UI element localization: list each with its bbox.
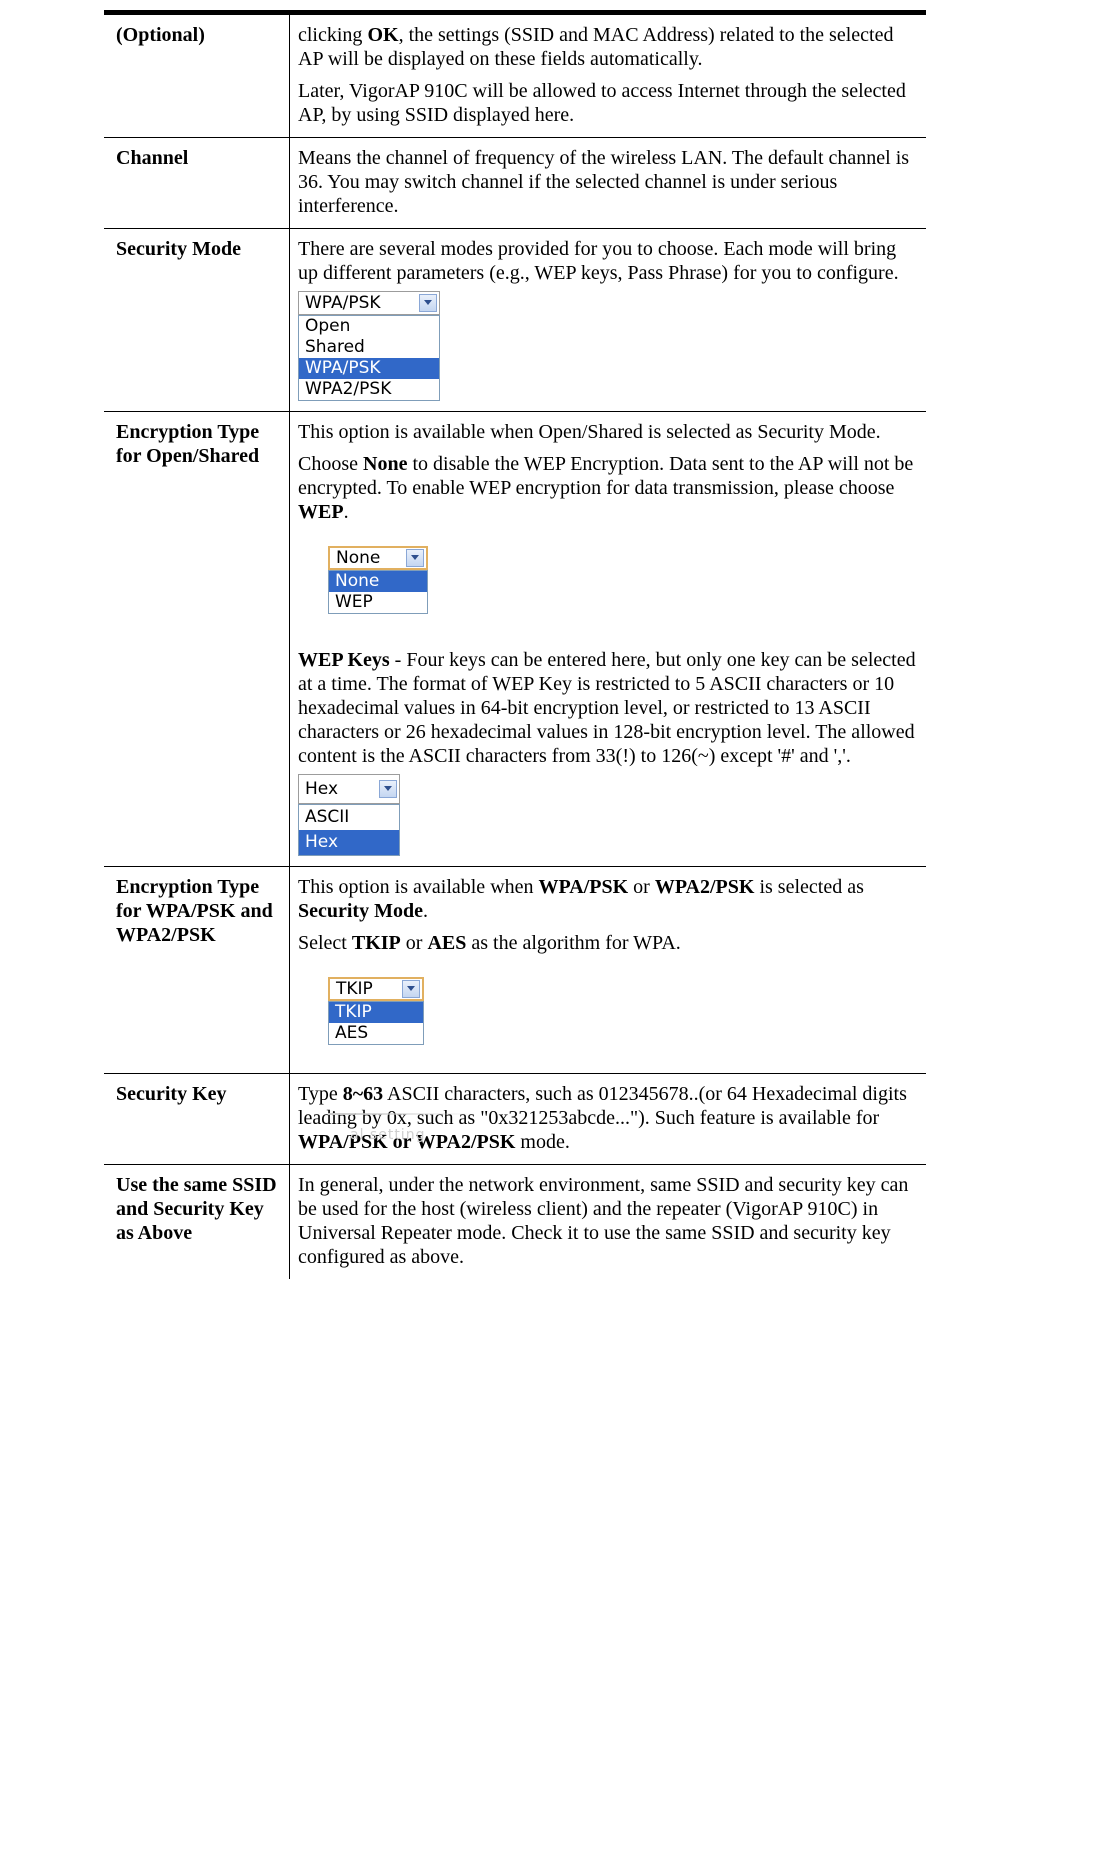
- desc-security-key: Type 8~63 ASCII characters, such as 0123…: [289, 1073, 926, 1165]
- select-value: TKIP: [336, 979, 373, 999]
- paragraph: Means the channel of frequency of the wi…: [298, 147, 910, 217]
- paragraph: Select TKIP or AES as the algorithm for …: [298, 932, 681, 954]
- term-optional: (Optional): [104, 10, 290, 138]
- row-encryption-wpa: Encryption Type for WPA/PSK and WPA2/PSK…: [104, 866, 926, 1143]
- row-optional: (Optional) clicking OK, the settings (SS…: [104, 10, 926, 138]
- desc-optional: clicking OK, the settings (SSID and MAC …: [289, 10, 926, 138]
- security-mode-select-box[interactable]: WPA/PSK: [298, 291, 440, 315]
- wpa-algorithm-select[interactable]: TKIP TKIP AES: [328, 977, 424, 1045]
- option-tkip[interactable]: TKIP: [329, 1002, 423, 1023]
- select-value: None: [336, 548, 381, 568]
- algorithm-select-box[interactable]: TKIP: [328, 977, 424, 1001]
- paragraph: Later, VigorAP 910C will be allowed to a…: [298, 80, 906, 126]
- chevron-down-icon[interactable]: [406, 549, 424, 567]
- option-shared[interactable]: Shared: [299, 337, 439, 358]
- parameter-table: (Optional) clicking OK, the settings (SS…: [104, 10, 926, 1279]
- option-none[interactable]: None: [329, 571, 427, 592]
- encryption-options: None WEP: [328, 570, 428, 614]
- security-mode-options: Open Shared WPA/PSK WPA2/PSK: [298, 315, 440, 401]
- algorithm-options: TKIP AES: [328, 1001, 424, 1045]
- security-mode-select[interactable]: WPA/PSK Open Shared WPA/PSK WPA2/PSK: [298, 291, 440, 401]
- desc-channel: Means the channel of frequency of the wi…: [289, 137, 926, 229]
- term-encryption-open-shared: Encryption Type for Open/Shared: [104, 411, 290, 867]
- paragraph: There are several modes provided for you…: [298, 238, 899, 284]
- select-value: Hex: [305, 779, 339, 799]
- chevron-down-icon[interactable]: [379, 780, 397, 798]
- faded-background-text: al setting: [350, 1127, 426, 1143]
- term-security-mode: Security Mode: [104, 228, 290, 412]
- row-encryption-open-shared: Encryption Type for Open/Shared This opt…: [104, 411, 926, 867]
- option-wpa2-psk[interactable]: WPA2/PSK: [299, 379, 439, 400]
- paragraph: Choose None to disable the WEP Encryptio…: [298, 453, 914, 523]
- option-aes[interactable]: AES: [329, 1023, 423, 1044]
- row-channel: Channel Means the channel of frequency o…: [104, 137, 926, 229]
- paragraph: This option is available when Open/Share…: [298, 421, 881, 443]
- desc-same-ssid: In general, under the network environmen…: [290, 1165, 927, 1280]
- option-ascii[interactable]: ASCII: [299, 805, 399, 830]
- key-format-options: ASCII Hex: [298, 804, 400, 856]
- encryption-select-box[interactable]: None: [328, 546, 428, 570]
- divider: [328, 1113, 478, 1115]
- option-open[interactable]: Open: [299, 316, 439, 337]
- term-same-ssid: Use the same SSID and Security Key as Ab…: [104, 1164, 290, 1279]
- row-security-mode: Security Mode There are several modes pr…: [104, 228, 926, 412]
- paragraph: This option is available when WPA/PSK or…: [298, 876, 864, 922]
- term-encryption-wpa: Encryption Type for WPA/PSK and WPA2/PSK: [104, 866, 290, 1074]
- option-wpa-psk[interactable]: WPA/PSK: [299, 358, 439, 379]
- row-same-ssid: Use the same SSID and Security Key as Ab…: [104, 1164, 927, 1280]
- chevron-down-icon[interactable]: [419, 294, 437, 312]
- term-security-key: Security Key: [104, 1073, 290, 1165]
- desc-encryption-open-shared: This option is available when Open/Share…: [289, 411, 926, 867]
- key-format-select-box[interactable]: Hex: [298, 774, 400, 804]
- paragraph: In general, under the network environmen…: [298, 1174, 909, 1268]
- encryption-none-select[interactable]: None None WEP: [328, 546, 428, 614]
- desc-security-mode: There are several modes provided for you…: [289, 228, 926, 412]
- desc-encryption-wpa: This option is available when WPA/PSK or…: [289, 866, 926, 1143]
- wep-key-format-select[interactable]: Hex ASCII Hex: [298, 774, 400, 856]
- option-wep[interactable]: WEP: [329, 592, 427, 613]
- chevron-down-icon[interactable]: [402, 980, 420, 998]
- paragraph: WEP Keys - Four keys can be entered here…: [298, 649, 916, 767]
- paragraph: clicking OK, the settings (SSID and MAC …: [298, 24, 894, 70]
- term-channel: Channel: [104, 137, 290, 229]
- option-hex[interactable]: Hex: [299, 830, 399, 855]
- row-security-key: Security Key Type 8~63 ASCII characters,…: [104, 1073, 926, 1165]
- select-value: WPA/PSK: [305, 293, 381, 313]
